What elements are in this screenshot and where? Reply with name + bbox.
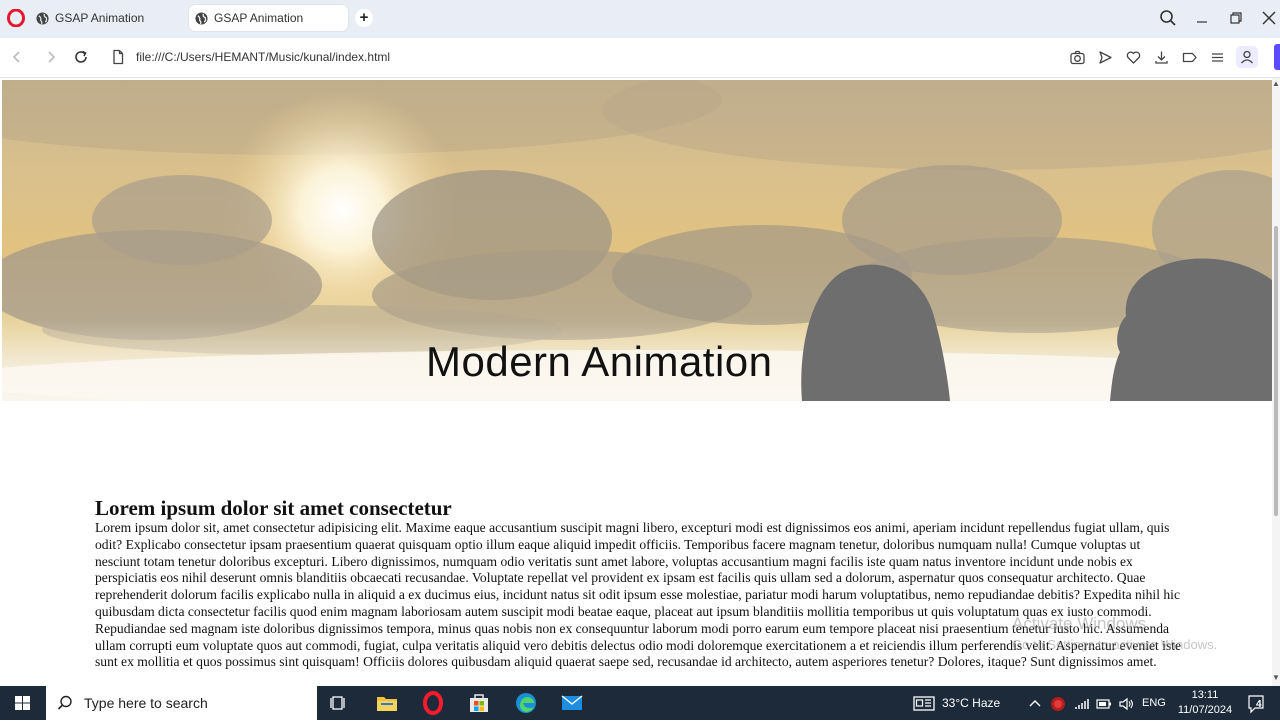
taskbar-clock[interactable]: 13:11 11/07/2024 — [1176, 688, 1234, 718]
close-icon[interactable] — [1259, 8, 1279, 28]
tab-gsap-animation-2[interactable]: GSAP Animation — [189, 5, 348, 31]
network-icon[interactable] — [1073, 695, 1091, 713]
sidebar-accent[interactable] — [1274, 44, 1280, 70]
user-icon — [1241, 50, 1253, 64]
clock-date: 11/07/2024 — [1177, 704, 1233, 716]
hero-banner: Modern Animation — [2, 80, 1272, 401]
send-icon[interactable] — [1097, 49, 1114, 66]
new-tab-button[interactable]: + — [355, 9, 373, 27]
language-indicator[interactable]: ENG — [1142, 697, 1166, 709]
globe-icon — [195, 11, 208, 25]
edge-icon[interactable] — [514, 691, 538, 715]
browser-tab-bar: GSAP Animation GSAP Animation + — [0, 0, 1280, 38]
tag-icon[interactable] — [1181, 49, 1198, 66]
search-placeholder: Type here to search — [84, 695, 208, 711]
reload-icon[interactable] — [72, 48, 90, 66]
tab-gsap-animation-1[interactable]: GSAP Animation — [30, 5, 180, 31]
start-button[interactable] — [0, 686, 46, 720]
mail-icon[interactable] — [560, 691, 584, 715]
notification-count: 4 — [1256, 699, 1262, 710]
taskbar-search[interactable]: Type here to search — [46, 686, 317, 720]
task-view-icon[interactable] — [327, 691, 351, 715]
url-field[interactable]: file:///C:/Users/HEMANT/Music/kunal/inde… — [136, 50, 390, 64]
notification-center-button[interactable]: 4 — [1246, 693, 1270, 715]
forward-arrow-icon[interactable] — [42, 48, 60, 66]
download-icon[interactable] — [1153, 49, 1170, 66]
heart-icon[interactable] — [1125, 49, 1142, 66]
opera-icon[interactable] — [421, 691, 445, 715]
tab-label: GSAP Animation — [214, 11, 304, 25]
page-viewport: Modern Animation Lorem ipsum dolor sit a… — [0, 78, 1272, 686]
volume-icon[interactable] — [1117, 695, 1135, 713]
scroll-up-icon[interactable]: ▲ — [1272, 80, 1280, 88]
back-arrow-icon[interactable] — [8, 48, 26, 66]
page-scrollbar[interactable]: ▲ ▼ — [1272, 78, 1280, 686]
chevron-up-icon[interactable] — [1026, 695, 1044, 713]
tab-label: GSAP Animation — [55, 11, 145, 25]
file-explorer-icon[interactable] — [375, 691, 399, 715]
restore-icon[interactable] — [1226, 8, 1246, 28]
news-widget-icon[interactable] — [912, 691, 936, 715]
file-icon — [113, 49, 124, 65]
record-icon[interactable] — [1049, 695, 1067, 713]
battery-icon[interactable] — [1095, 695, 1113, 713]
minimize-icon[interactable] — [1192, 8, 1212, 28]
microsoft-store-icon[interactable] — [467, 691, 491, 715]
globe-icon — [36, 11, 49, 25]
activate-windows-title: Activate Windows — [1012, 614, 1147, 633]
windows-taskbar: Type here to search 33°C Haze ENG 13:11 … — [0, 686, 1280, 720]
weather-readout[interactable]: 33°C Haze — [942, 696, 1000, 710]
windows-logo-icon — [15, 696, 30, 710]
camera-icon[interactable] — [1069, 49, 1086, 66]
article-heading: Lorem ipsum dolor sit amet consectetur — [95, 496, 452, 520]
search-tabs-icon[interactable] — [1158, 8, 1178, 28]
search-icon — [57, 695, 72, 710]
activate-windows-subtitle: Go to Settings to activate Windows. — [1012, 637, 1218, 652]
profile-button[interactable] — [1236, 46, 1258, 68]
clock-time: 13:11 — [1191, 689, 1219, 701]
menu-icon[interactable] — [1209, 49, 1226, 66]
hero-title: Modern Animation — [426, 338, 773, 385]
scroll-thumb[interactable] — [1274, 226, 1278, 516]
address-bar: file:///C:/Users/HEMANT/Music/kunal/inde… — [0, 38, 1280, 78]
scroll-down-icon[interactable]: ▼ — [1272, 674, 1280, 682]
opera-logo-icon[interactable] — [7, 9, 25, 27]
